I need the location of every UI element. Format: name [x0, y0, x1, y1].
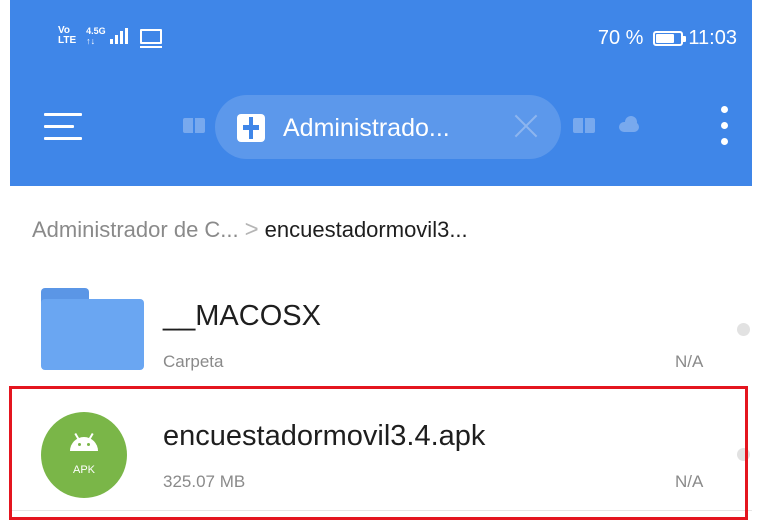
file-name: __MACOSX — [163, 300, 321, 332]
network-speed-top: 4.5G — [86, 26, 106, 36]
file-manager-app-icon — [237, 114, 265, 142]
file-size-meta: 325.07 MB — [163, 472, 246, 491]
breadcrumb-root[interactable]: Administrador de C... — [32, 217, 239, 243]
app-header: Vo LTE 4.5G ↑↓ 70 % 11:03 Administrado..… — [10, 0, 752, 186]
status-right: 70 % 11:03 — [598, 27, 737, 50]
volte-bottom: LTE — [58, 35, 77, 46]
battery-percent: 70 % — [597, 27, 644, 49]
folder-icon — [41, 288, 144, 370]
network-type-indicator: 4.5G ↑↓ — [86, 26, 106, 46]
breadcrumb-separator-icon: > — [244, 216, 259, 243]
tab-file-manager[interactable]: Administrado... — [215, 95, 561, 159]
toolbar: Administrado... — [10, 88, 752, 168]
clock: 11:03 — [688, 27, 737, 49]
bookmark-tab-icon-2[interactable] — [573, 118, 595, 133]
hamburger-menu-icon[interactable] — [44, 108, 84, 144]
close-tab-icon[interactable] — [513, 113, 539, 139]
tab-label: Administrado... — [283, 114, 450, 142]
list-item-apk[interactable]: APK encuestadormovil3.4.apk 325.07 MB N/… — [10, 390, 752, 506]
bookmark-tab-icon[interactable] — [183, 118, 205, 133]
signal-strength-icon — [109, 28, 130, 44]
apk-android-icon: APK — [41, 412, 127, 498]
battery-fill — [656, 34, 674, 43]
file-size: N/A — [675, 472, 704, 491]
status-left: Vo LTE 4.5G ↑↓ — [58, 26, 162, 48]
list-item-folder[interactable]: __MACOSX Carpeta N/A — [10, 272, 752, 388]
volte-indicator: Vo LTE — [58, 26, 76, 46]
more-options-icon[interactable] — [716, 102, 732, 152]
breadcrumb: Administrador de C... > encuestadormovil… — [32, 216, 468, 244]
file-size: N/A — [675, 352, 704, 371]
status-bar: Vo LTE 4.5G ↑↓ 70 % 11:03 — [10, 0, 752, 75]
cloud-icon[interactable] — [617, 116, 641, 132]
file-type: Carpeta — [163, 352, 224, 371]
battery-icon — [653, 31, 687, 46]
apk-icon-label: APK — [72, 464, 95, 476]
selection-dot[interactable] — [737, 323, 750, 336]
file-name: encuestadormovil3.4.apk — [163, 420, 486, 452]
screen-cast-icon — [139, 28, 162, 48]
selection-dot[interactable] — [737, 448, 750, 461]
divider — [10, 510, 752, 511]
breadcrumb-current: encuestadormovil3... — [264, 217, 468, 242]
network-speed-bottom: ↑↓ — [86, 36, 96, 46]
